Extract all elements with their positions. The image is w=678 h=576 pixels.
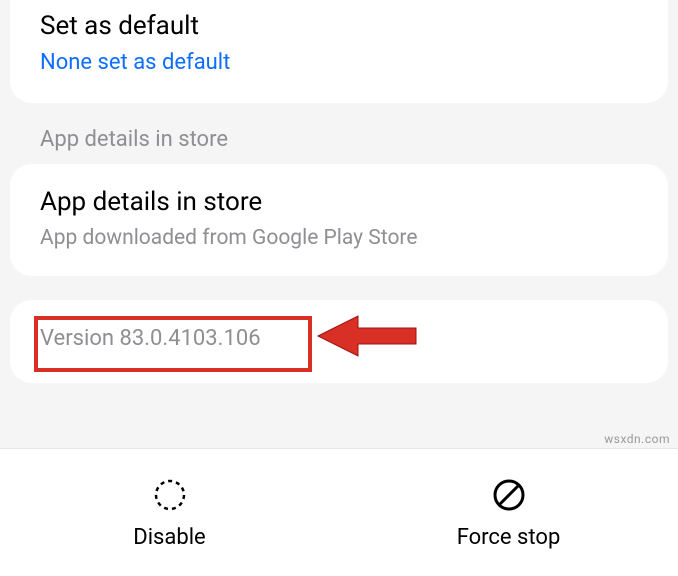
app-details-title: App details in store	[40, 186, 638, 220]
force-stop-button[interactable]: Force stop	[339, 449, 678, 576]
app-details-subtitle: App downloaded from Google Play Store	[40, 226, 638, 250]
set-as-default-subtitle: None set as default	[40, 50, 638, 75]
force-stop-label: Force stop	[457, 525, 561, 550]
force-stop-prohibit-icon	[489, 475, 529, 515]
disable-label: Disable	[133, 525, 205, 550]
disable-button[interactable]: Disable	[0, 449, 339, 576]
version-text: Version 83.0.4103.106	[40, 326, 638, 351]
app-details-section-header: App details in store	[0, 103, 678, 164]
disable-dashed-circle-icon	[150, 475, 190, 515]
watermark-text: wsxdn.com	[604, 432, 670, 446]
version-row: Version 83.0.4103.106	[10, 300, 668, 383]
bottom-action-bar: Disable Force stop	[0, 448, 678, 576]
app-details-row[interactable]: App details in store App downloaded from…	[10, 164, 668, 276]
set-as-default-row[interactable]: Set as default None set as default	[10, 0, 668, 103]
set-as-default-title: Set as default	[40, 10, 638, 44]
